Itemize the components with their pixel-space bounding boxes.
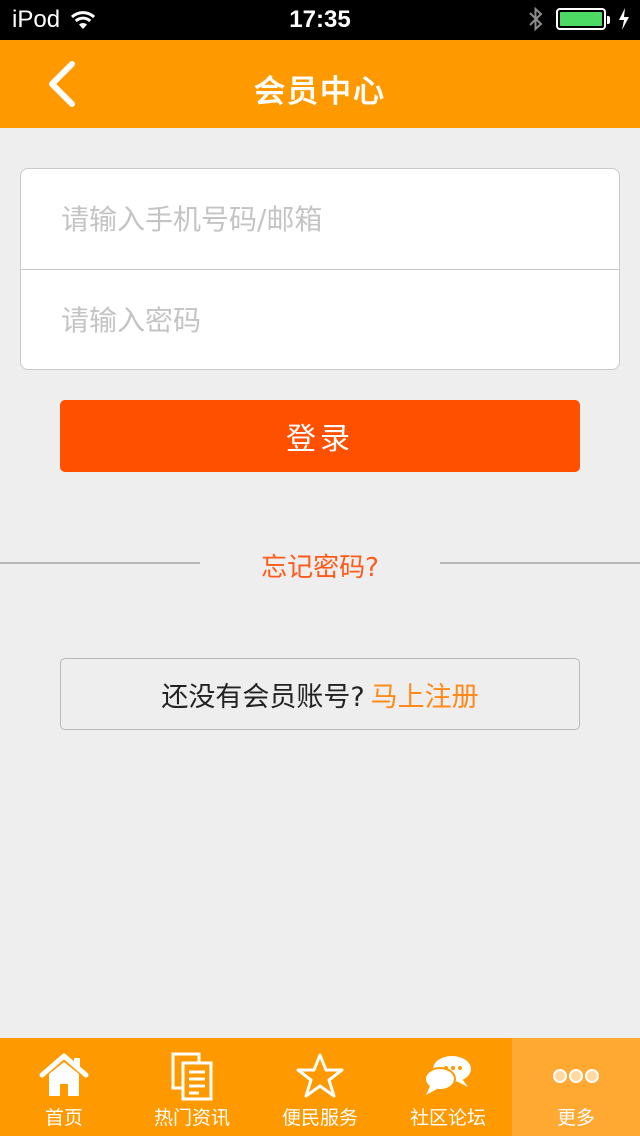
tab-home[interactable]: 首页 [0, 1038, 128, 1136]
login-form [20, 168, 620, 370]
tab-hot-news[interactable]: 热门资讯 [128, 1038, 256, 1136]
chat-bubbles-icon [421, 1050, 475, 1102]
password-input[interactable] [21, 270, 619, 369]
tab-bar: 首页 热门资讯 便民服务 社区论坛 更多 [0, 1038, 640, 1136]
nav-bar: 会员中心 [0, 40, 640, 128]
tab-forum[interactable]: 社区论坛 [384, 1038, 512, 1136]
star-icon [293, 1050, 347, 1102]
status-bar: iPod 17:35 [0, 0, 640, 40]
tab-more[interactable]: 更多 [512, 1038, 640, 1136]
tab-services[interactable]: 便民服务 [256, 1038, 384, 1136]
bluetooth-icon [529, 6, 543, 32]
divider-right [440, 562, 640, 564]
forgot-password-link[interactable]: 忘记密码? [200, 547, 440, 584]
documents-icon [165, 1050, 219, 1102]
page-title: 会员中心 [254, 74, 386, 110]
home-icon [37, 1050, 91, 1102]
more-dots-icon [549, 1050, 603, 1102]
tab-label: 热门资讯 [153, 1107, 230, 1129]
tab-label: 首页 [44, 1107, 83, 1129]
account-input[interactable] [21, 169, 619, 269]
tab-label: 更多 [556, 1107, 595, 1129]
tab-label: 社区论坛 [409, 1107, 486, 1129]
register-button[interactable]: 还没有会员账号? 马上注册 [60, 658, 580, 730]
divider-left [0, 562, 200, 564]
status-right [528, 6, 630, 32]
register-link[interactable]: 马上注册 [371, 675, 479, 714]
tab-label: 便民服务 [281, 1107, 358, 1129]
charging-icon [619, 8, 629, 30]
login-button[interactable]: 登录 [60, 400, 580, 472]
battery-icon [556, 8, 610, 30]
register-prompt: 还没有会员账号? [161, 681, 365, 713]
forgot-password-row: 忘记密码? [0, 545, 640, 584]
